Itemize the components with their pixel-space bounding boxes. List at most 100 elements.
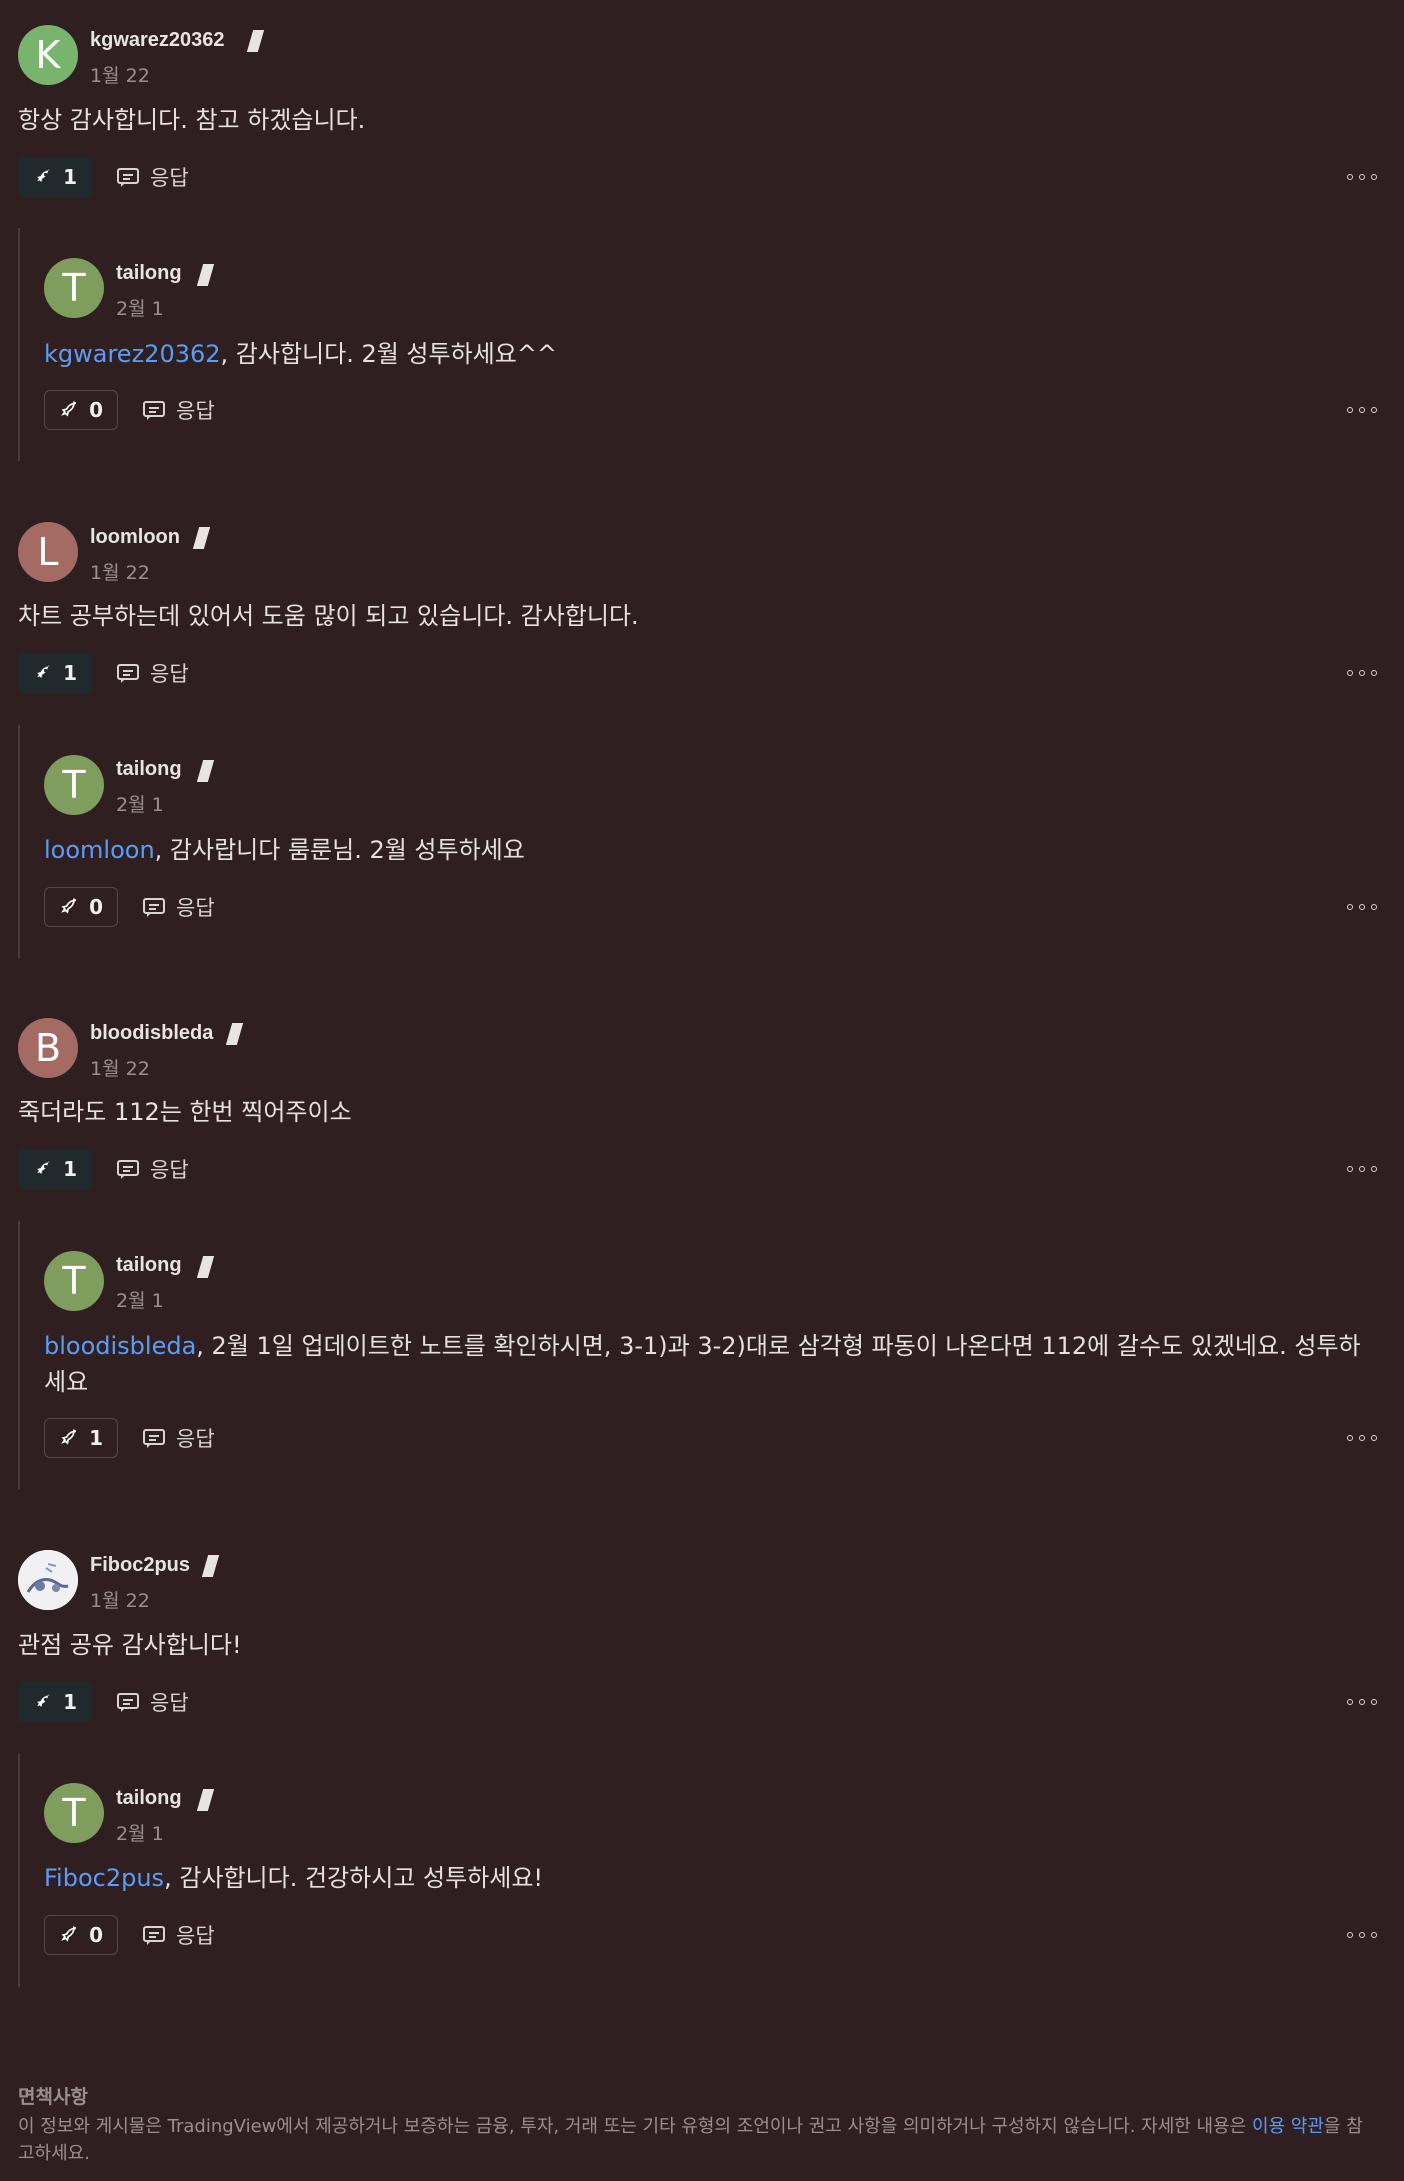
comment-date[interactable]: 1월 22 [90,61,150,88]
reply-text: loomloon, 감사랍니다 룸룬님. 2월 성투하세요 [44,832,1374,868]
boost-count: 0 [89,398,103,422]
reply-label: 응답 [176,1924,215,1948]
reply-date[interactable]: 2월 1 [116,1819,164,1846]
boost-button[interactable]: 1 [18,157,92,197]
mention-link[interactable]: kgwarez20362 [44,340,221,368]
comment-text: 죽더라도 112는 한번 찍어주이소 [18,1098,352,1126]
avatar[interactable]: L [18,522,78,582]
boost-button[interactable]: 0 [44,887,118,927]
disclaimer-title: 면책사항 [18,2086,88,2108]
reply-button[interactable]: 응답 [142,887,215,927]
boost-button[interactable]: 1 [18,1149,92,1189]
more-menu-icon[interactable] [1347,668,1377,678]
reply-button[interactable]: 응답 [116,1149,189,1189]
more-menu-icon[interactable] [1347,172,1377,182]
comment-username[interactable]: bloodisbleda [90,1022,213,1045]
reply-body: , 2월 1일 업데이트한 노트를 확인하시면, 3-1)과 3-2)대로 삼각… [44,1332,1361,1396]
disclaimer-body: 이 정보와 게시물은 TradingView에서 제공하거나 보증하는 금융, … [18,2116,1252,2137]
boost-button[interactable]: 1 [18,653,92,693]
boost-button[interactable]: 1 [44,1418,118,1458]
reply-button[interactable]: 응답 [142,1915,215,1955]
reply-button[interactable]: 응답 [142,390,215,430]
disclaimer-text: 이 정보와 게시물은 TradingView에서 제공하거나 보증하는 금융, … [18,2113,1378,2167]
badge-icon [201,1555,220,1577]
reply-button[interactable]: 응답 [116,1682,189,1722]
comment-icon [117,1693,139,1712]
avatar-image-icon [18,1550,78,1610]
comment-icon [117,664,139,683]
reply-button[interactable]: 응답 [142,1418,215,1458]
comment-text: 차트 공부하는데 있어서 도움 많이 되고 있습니다. 감사합니다. [18,602,639,630]
reply-thread-line [18,228,20,461]
avatar[interactable]: B [18,1018,78,1078]
rocket-icon [37,169,50,183]
reply-button[interactable]: 응답 [116,157,189,197]
comment-icon [143,1429,165,1448]
reply-label: 응답 [176,399,215,423]
terms-link[interactable]: 이용 약관 [1252,2116,1324,2137]
boost-count: 0 [89,1923,103,1947]
more-menu-icon[interactable] [1347,1930,1377,1940]
reply-text: kgwarez20362, 감사합니다. 2월 성투하세요^^ [44,336,1374,372]
reply-date[interactable]: 2월 1 [116,294,164,321]
avatar[interactable]: T [44,258,104,318]
rocket-icon [37,1161,50,1175]
reply-label: 응답 [176,896,215,920]
reply-username[interactable]: tailong [116,1787,182,1810]
reply-thread-line [18,1754,20,1987]
more-menu-icon[interactable] [1347,1697,1377,1707]
badge-icon [196,1256,215,1278]
reply-thread-line [18,1221,20,1489]
badge-icon [225,1023,244,1045]
comment-username[interactable]: kgwarez20362 [90,29,225,52]
comment-username[interactable]: Fiboc2pus [90,1554,190,1577]
reply-username[interactable]: tailong [116,1254,182,1277]
comment-text: 항상 감사합니다. 참고 하겠습니다. [18,106,366,134]
comment-date[interactable]: 1월 22 [90,558,150,585]
avatar[interactable]: T [44,1783,104,1843]
reply-label: 응답 [150,662,189,686]
boost-count: 1 [63,661,77,685]
boost-button[interactable]: 0 [44,1915,118,1955]
comment-date[interactable]: 1월 22 [90,1054,150,1081]
reply-body: , 감사합니다. 건강하시고 성투하세요! [164,1864,544,1892]
mention-link[interactable]: Fiboc2pus [44,1864,164,1892]
more-menu-icon[interactable] [1347,1433,1377,1443]
mention-link[interactable]: bloodisbleda [44,1332,196,1360]
reply-label: 응답 [150,1158,189,1182]
badge-icon [196,760,215,782]
reply-button[interactable]: 응답 [116,653,189,693]
reply-body: , 감사랍니다 룸룬님. 2월 성투하세요 [154,836,525,864]
avatar[interactable]: K [18,25,78,85]
reply-body: , 감사합니다. 2월 성투하세요^^ [220,340,558,368]
avatar[interactable]: T [44,755,104,815]
badge-icon [192,527,211,549]
more-menu-icon[interactable] [1347,1164,1377,1174]
comment-icon [143,401,165,420]
boost-count: 1 [63,165,77,189]
reply-date[interactable]: 2월 1 [116,1286,164,1313]
reply-date[interactable]: 2월 1 [116,790,164,817]
boost-button[interactable]: 0 [44,390,118,430]
reply-text: bloodisbleda, 2월 1일 업데이트한 노트를 확인하시면, 3-1… [44,1328,1374,1400]
more-menu-icon[interactable] [1347,405,1377,415]
mention-link[interactable]: loomloon [44,836,155,864]
reply-label: 응답 [150,166,189,190]
comment-date[interactable]: 1월 22 [90,1586,150,1613]
reply-username[interactable]: tailong [116,758,182,781]
reply-label: 응답 [176,1427,215,1451]
rocket-icon [61,401,77,417]
comment-username[interactable]: loomloon [90,526,180,549]
boost-count: 0 [89,895,103,919]
comment-text: 관점 공유 감사합니다! [18,1631,242,1659]
avatar[interactable] [18,1550,78,1610]
boost-count: 1 [63,1690,77,1714]
badge-icon [246,30,265,52]
avatar[interactable]: T [44,1251,104,1311]
badge-icon [196,264,215,286]
reply-username[interactable]: tailong [116,262,182,285]
more-menu-icon[interactable] [1347,902,1377,912]
rocket-icon [37,1694,50,1708]
rocket-icon [61,1926,77,1942]
boost-button[interactable]: 1 [18,1682,92,1722]
